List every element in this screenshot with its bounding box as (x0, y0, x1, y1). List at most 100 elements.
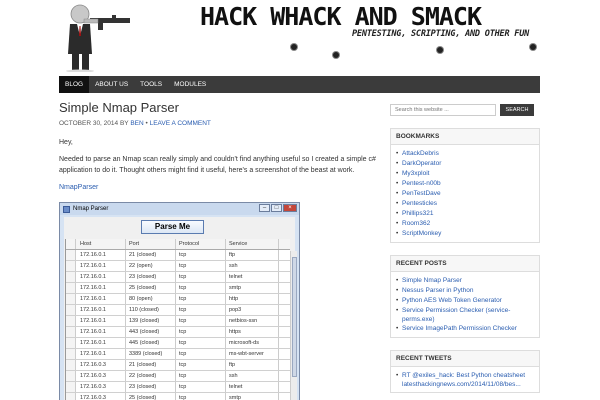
search-input[interactable] (390, 104, 496, 116)
cell-service: http (226, 294, 279, 304)
post-body: Hey, Needed to parse an Nmap scan really… (59, 137, 379, 193)
nav-item-tools[interactable]: TOOLS (134, 76, 168, 93)
minimize-icon: – (259, 204, 270, 212)
post-meta: OCTOBER 30, 2014 BY BEN • LEAVE A COMMEN… (59, 120, 379, 127)
nav-item-modules[interactable]: MODULES (168, 76, 212, 93)
bullet-hole-icon (437, 47, 443, 53)
column-header-protocol: Protocol (176, 239, 226, 249)
grid-row: 172.16.0.1 23 (closed) tcp telnet (66, 272, 290, 283)
cell-port: 25 (closed) (126, 283, 176, 293)
cell-service: smtp (226, 393, 279, 400)
cell-port: 25 (closed) (126, 393, 176, 400)
recent-post-link[interactable]: Nessus Parser in Python (396, 286, 534, 296)
cell-host: 172.16.0.3 (76, 393, 126, 400)
bullet-hole-icon (333, 52, 339, 58)
grid-row: 172.16.0.3 21 (closed) tcp ftp (66, 360, 290, 371)
recent-tweets-title: RECENT TWEETS (391, 351, 539, 367)
main-navigation: BLOG ABOUT US TOOLS MODULES (59, 76, 540, 93)
cell-service: ssh (226, 371, 279, 381)
scrollbar-thumb (292, 257, 297, 377)
bookmark-link[interactable]: ScriptMonkey (396, 229, 534, 239)
cell-port: 3389 (closed) (126, 349, 176, 359)
column-header-host: Host (76, 239, 126, 249)
post-date: OCTOBER 30, 2014 (59, 120, 119, 127)
cell-service: netbios-ssn (226, 316, 279, 326)
recent-post-link[interactable]: Service Permission Checker (service-perm… (396, 306, 534, 324)
cell-protocol: tcp (176, 371, 226, 381)
cell-port: 23 (closed) (126, 272, 176, 282)
bookmark-link[interactable]: Room362 (396, 219, 534, 229)
bookmark-link[interactable]: Pentesticles (396, 199, 534, 209)
cell-protocol: tcp (176, 261, 226, 271)
grid-row: 172.16.0.1 443 (closed) tcp https (66, 327, 290, 338)
cell-port: 21 (closed) (126, 360, 176, 370)
cell-protocol: tcp (176, 327, 226, 337)
cell-protocol: tcp (176, 360, 226, 370)
cell-host: 172.16.0.1 (76, 316, 126, 326)
bookmark-link[interactable]: My3xploit (396, 169, 534, 179)
cell-service: ftp (226, 360, 279, 370)
recent-post-link[interactable]: Python AES Web Token Generator (396, 296, 534, 306)
post-author-link[interactable]: BEN (130, 120, 143, 127)
close-icon: × (283, 204, 297, 212)
search-button[interactable]: SEARCH (500, 104, 534, 116)
bookmark-link[interactable]: Phillips321 (396, 209, 534, 219)
cell-protocol: tcp (176, 338, 226, 348)
cell-protocol: tcp (176, 382, 226, 392)
leave-comment-link[interactable]: LEAVE A COMMENT (150, 120, 211, 127)
cell-port: 445 (closed) (126, 338, 176, 348)
row-header-cell (66, 338, 76, 348)
row-header-cell (66, 382, 76, 392)
recent-post-link[interactable]: Simple Nmap Parser (396, 276, 534, 286)
bookmark-link[interactable]: AttackDebris (396, 149, 534, 159)
grid-row: 172.16.0.1 445 (closed) tcp microsoft-ds (66, 338, 290, 349)
window-title: Nmap Parser (73, 206, 109, 212)
row-header-cell (66, 261, 76, 271)
cell-protocol: tcp (176, 349, 226, 359)
cell-service: pop3 (226, 305, 279, 315)
search-form: SEARCH (390, 104, 540, 116)
cell-host: 172.16.0.1 (76, 327, 126, 337)
post-by: BY (119, 120, 129, 127)
cell-port: 22 (open) (126, 261, 176, 271)
cell-host: 172.16.0.1 (76, 305, 126, 315)
post-title[interactable]: Simple Nmap Parser (59, 100, 379, 115)
bookmark-link[interactable]: PenTestDave (396, 189, 534, 199)
site-title[interactable]: HACK WHACK AND SMACK (200, 2, 482, 31)
recent-post-link[interactable]: Service ImagePath Permission Checker (396, 324, 534, 334)
nmap-parser-screenshot[interactable]: Nmap Parser – □ × Parse Me Host Port Pro… (59, 202, 300, 400)
post-article: Simple Nmap Parser OCTOBER 30, 2014 BY B… (59, 100, 379, 400)
mascot-logo-icon[interactable] (62, 2, 132, 72)
nav-item-about-us[interactable]: ABOUT US (89, 76, 134, 93)
cell-protocol: tcp (176, 272, 226, 282)
app-window-icon (63, 205, 70, 213)
parse-me-button: Parse Me (141, 220, 204, 234)
recent-tweets-widget: RECENT TWEETS RT @exiles_hack: Best Pyth… (390, 350, 540, 393)
grid-row: 172.16.0.3 25 (closed) tcp smtp (66, 393, 290, 400)
tweet-item[interactable]: RT @exiles_hack: Best Python cheatsheet … (396, 371, 534, 389)
nav-item-blog[interactable]: BLOG (59, 76, 90, 93)
cell-protocol: tcp (176, 283, 226, 293)
bookmark-link[interactable]: Pentest-n00b (396, 179, 534, 189)
bookmark-link[interactable]: DarkOperator (396, 159, 534, 169)
column-header-service: Service (226, 239, 279, 249)
nmap-parser-download-link[interactable]: NmapParser (59, 184, 98, 191)
cell-host: 172.16.0.1 (76, 338, 126, 348)
cell-port: 80 (open) (126, 294, 176, 304)
cell-service: telnet (226, 272, 279, 282)
grid-row: 172.16.0.1 110 (closed) tcp pop3 (66, 305, 290, 316)
recent-posts-widget: RECENT POSTS Simple Nmap Parser Nessus P… (390, 255, 540, 338)
cell-protocol: tcp (176, 393, 226, 400)
grid-scrollbar (290, 251, 297, 400)
column-header-port: Port (126, 239, 176, 249)
cell-host: 172.16.0.1 (76, 261, 126, 271)
grid-row: 172.16.0.3 22 (closed) tcp ssh (66, 371, 290, 382)
post-paragraph: Needed to parse an Nmap scan really simp… (59, 156, 376, 174)
bullet-hole-icon (530, 44, 536, 50)
bookmarks-title: BOOKMARKS (391, 129, 539, 145)
cell-port: 21 (closed) (126, 250, 176, 260)
row-header-cell (66, 393, 76, 400)
maximize-icon: □ (271, 204, 282, 212)
grid-row: 172.16.0.1 3389 (closed) tcp ms-wbt-server (66, 349, 290, 360)
grid-row: 172.16.0.1 22 (open) tcp ssh (66, 261, 290, 272)
